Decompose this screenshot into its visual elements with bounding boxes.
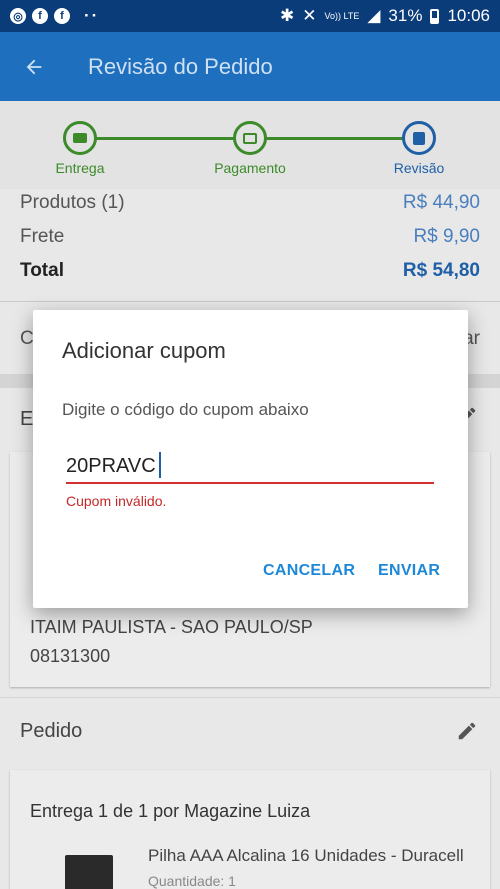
bluetooth-icon: ✱ <box>279 6 295 25</box>
order-section-title: Pedido <box>20 720 83 742</box>
document-icon <box>402 121 436 155</box>
coupon-label: C <box>20 328 34 349</box>
products-value: R$ 44,90 <box>402 192 480 213</box>
facebook-icon: f <box>32 8 48 24</box>
delivery-heading: Entrega 1 de 1 por Magazine Luiza <box>30 801 311 821</box>
clock: 10:06 <box>447 6 490 25</box>
step-label: Pagamento <box>214 160 286 176</box>
shipping-value: R$ 9,90 <box>413 226 480 247</box>
checkout-stepper: Entrega Pagamento Revisão <box>0 101 500 189</box>
shipping-row: Frete R$ 9,90 <box>20 226 480 248</box>
page-title: Revisão do Pedido <box>88 53 273 79</box>
coupon-error-message: Cupom inválido. <box>66 493 167 509</box>
dialog-title: Adicionar cupom <box>62 338 226 363</box>
dialog-message: Digite o código do cupom abaixo <box>62 400 309 419</box>
total-value: R$ 54,80 <box>402 260 480 281</box>
add-coupon-dialog: Adicionar cupom Digite o código do cupom… <box>33 310 468 608</box>
address-city: ITAIM PAULISTA - SAO PAULO/SP <box>30 617 313 637</box>
product-thumbnail[interactable] <box>65 855 113 889</box>
mute-icon: ✕ <box>302 6 317 25</box>
order-card: Entrega 1 de 1 por Magazine Luiza Pilha … <box>10 770 490 889</box>
wifi-signal-icon: ◢ <box>367 6 381 25</box>
edit-pencil-icon[interactable] <box>456 720 478 742</box>
truck-icon <box>63 121 97 155</box>
step-entrega[interactable]: Entrega <box>25 121 135 176</box>
text-cursor <box>159 452 161 478</box>
product-quantity: Quantidade: 1 <box>148 873 236 889</box>
total-label: Total <box>20 260 64 281</box>
step-revisao[interactable]: Revisão <box>364 121 474 176</box>
send-button[interactable]: ENVIAR <box>378 562 440 580</box>
step-label: Revisão <box>393 160 445 176</box>
product-name[interactable]: Pilha AAA Alcalina 16 Unidades - Duracel… <box>148 846 464 866</box>
back-arrow-icon[interactable] <box>0 32 68 101</box>
battery-percent: 31% <box>388 6 423 25</box>
battery-icon <box>430 8 440 24</box>
shipping-label: Frete <box>20 226 65 247</box>
section-gap <box>0 697 500 698</box>
total-row: Total R$ 54,80 <box>20 260 480 282</box>
step-label: Entrega <box>55 160 105 176</box>
cancel-button[interactable]: CANCELAR <box>263 562 355 580</box>
step-pagamento[interactable]: Pagamento <box>195 121 305 176</box>
status-bar: ◎ f f ·· ✱ ✕ Vo)) LTE ◢ 31% 10:06 <box>0 0 500 32</box>
network-indicator: Vo)) LTE <box>324 10 360 21</box>
card-icon <box>233 121 267 155</box>
more-notifications-icon: ·· <box>84 6 100 25</box>
facebook-icon: f <box>54 8 70 24</box>
app-bar: Revisão do Pedido <box>0 32 500 101</box>
coupon-code-input[interactable] <box>66 450 434 484</box>
chrome-icon: ◎ <box>10 8 26 24</box>
order-summary: Produtos (1) R$ 44,90 Frete R$ 9,90 Tota… <box>0 189 500 301</box>
products-label: Produtos (1) <box>20 192 125 213</box>
address-zip: 08131300 <box>30 646 111 666</box>
products-row: Produtos (1) R$ 44,90 <box>20 192 480 214</box>
delivery-section-title: E <box>20 408 34 430</box>
